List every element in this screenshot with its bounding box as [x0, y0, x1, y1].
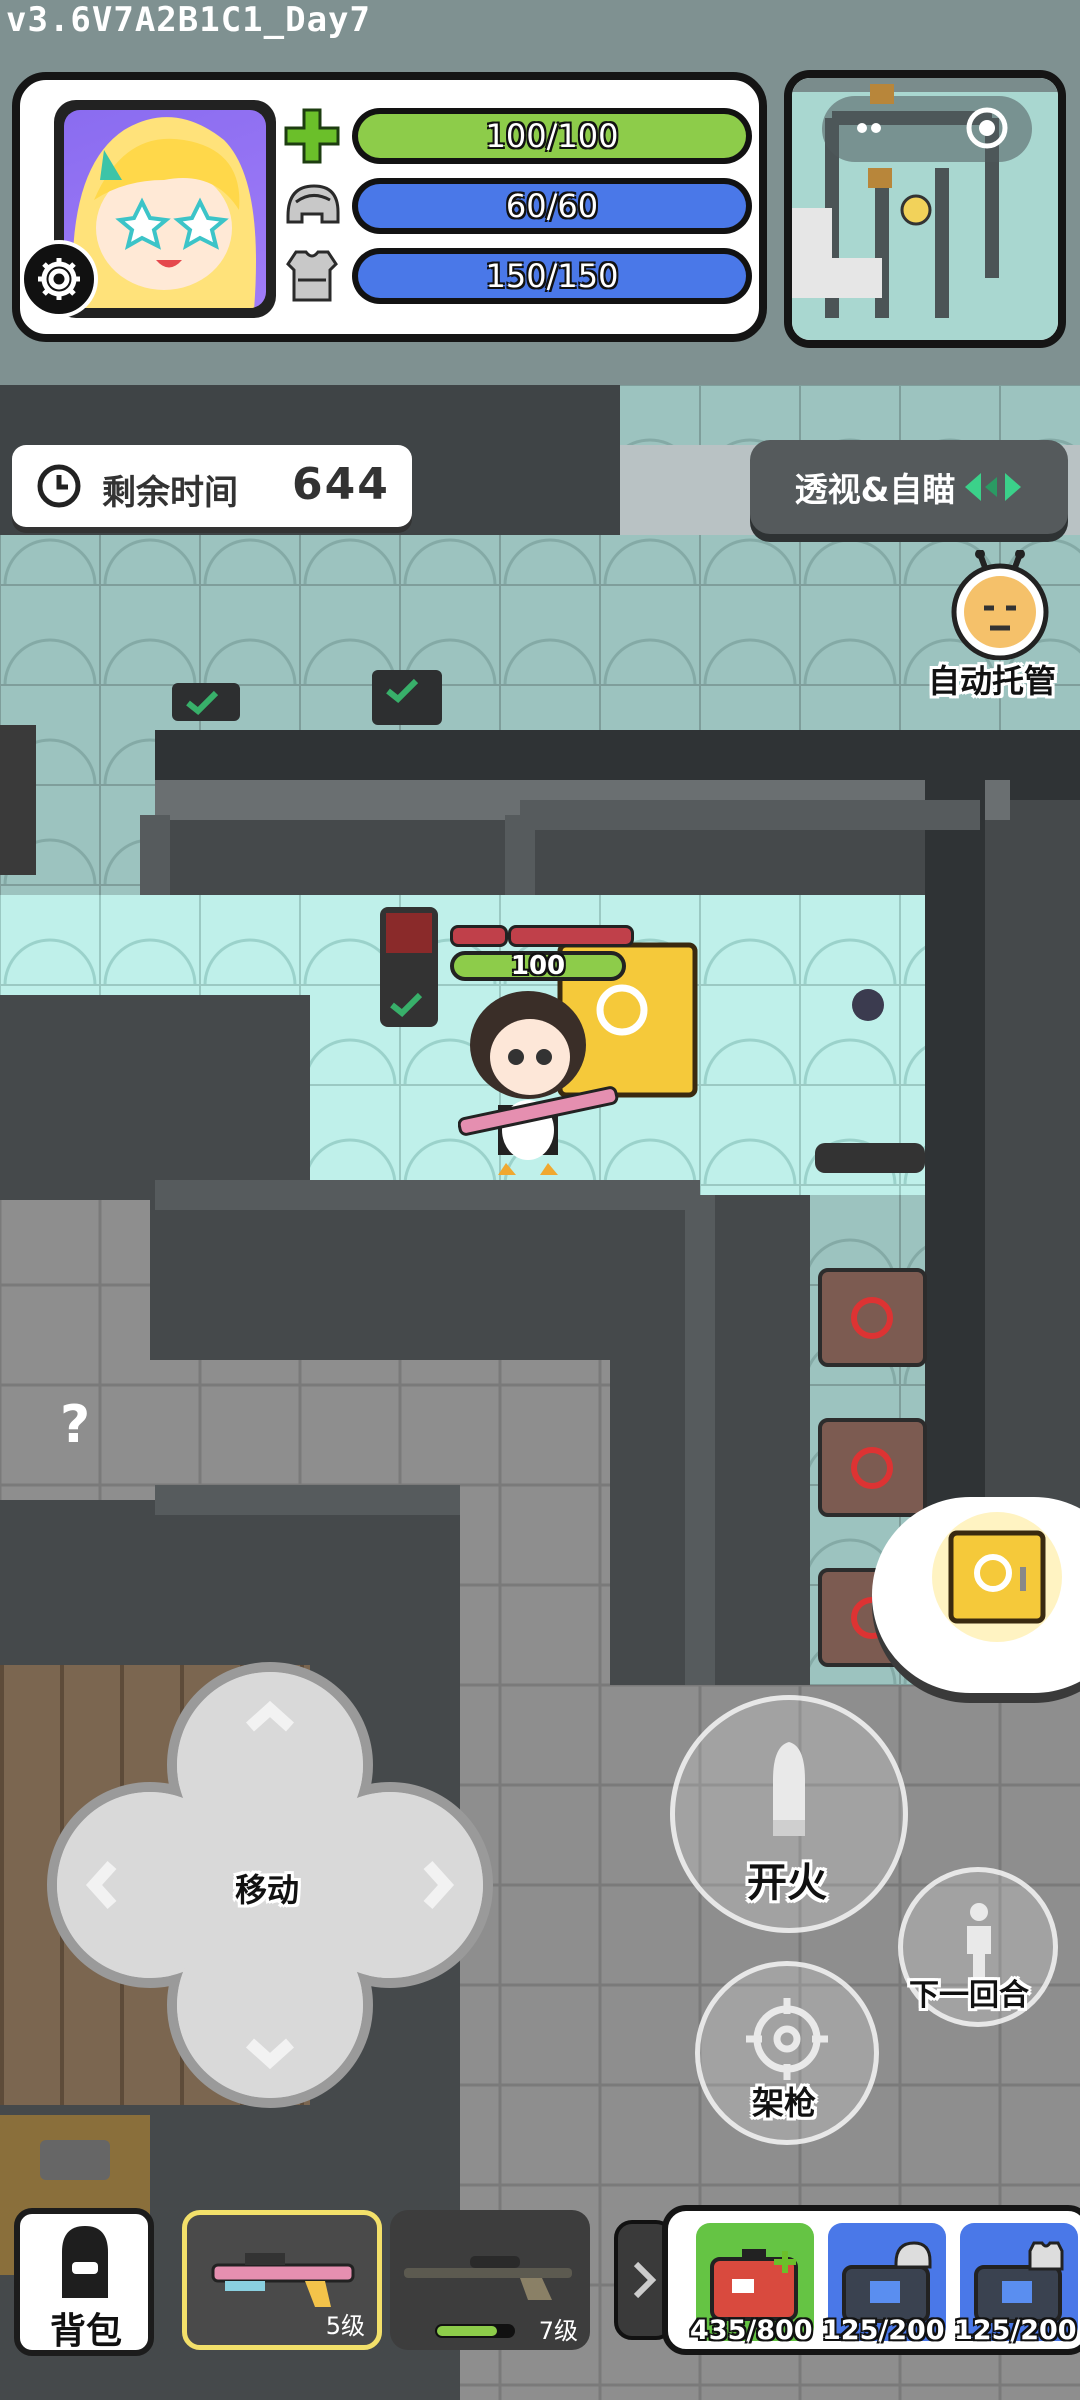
- backpack-label: 背包: [50, 2311, 123, 2352]
- weapon-2-durability-bar: [435, 2324, 515, 2338]
- xray-autoaim-label: 透视&自瞄: [794, 470, 956, 509]
- backpack-icon: [62, 2226, 108, 2298]
- helmet-repair-bag-icon: [842, 2241, 932, 2323]
- next-turn-button[interactable]: 下一回合: [898, 1867, 1058, 2027]
- remaining-time-panel: 剩余时间 644: [12, 445, 412, 527]
- item-slot-medkit[interactable]: 435/800: [690, 2223, 814, 2346]
- rifle-pink-icon: [211, 2253, 355, 2307]
- dpad-down-button[interactable]: [205, 1955, 335, 2085]
- status-panel: 100/100 60/60 150/150: [12, 72, 767, 342]
- movement-dpad[interactable]: 移动: [40, 1655, 500, 2115]
- move-label: 移动: [235, 1871, 300, 1909]
- robot-face-icon: [951, 550, 1049, 660]
- quick-items-bar: 435/800 125/200 125/200: [662, 2205, 1080, 2355]
- armor-value: 150/150: [485, 257, 619, 295]
- gear-icon: [38, 258, 80, 300]
- target-safe-indicator[interactable]: [872, 1497, 1080, 1693]
- medkit-icon: [710, 2249, 798, 2321]
- helmet-value: 60/60: [505, 187, 599, 225]
- health-cross-icon: [282, 106, 342, 166]
- gold-safe-icon: [948, 1530, 1046, 1624]
- armor-vest-icon: [282, 246, 342, 306]
- weapon-2-level: 7级: [538, 2317, 578, 2345]
- crosshair-icon: [746, 1998, 828, 2080]
- weapon-1-level: 5级: [325, 2312, 365, 2340]
- minimap[interactable]: [784, 70, 1066, 348]
- armor-repair-count: 125/200: [954, 2315, 1077, 2346]
- fire-label: 开火: [747, 1860, 827, 1906]
- helmet-repair-count: 125/200: [822, 2315, 945, 2346]
- hud-header: v3.6V7A2B1C1_Day7 100/100 60/60 150/150: [0, 0, 1080, 385]
- armor-repair-bag-icon: [974, 2241, 1064, 2323]
- arrows-icon: [965, 473, 1022, 501]
- dpad-left-button[interactable]: [70, 1820, 200, 1950]
- auto-play-label: 自动托管: [928, 662, 1057, 700]
- helmet-bar: 60/60: [352, 178, 752, 234]
- game-map[interactable]: 100 ? 剩余时间 644 透视&自瞄 自动托管 移动 开火 下一回合 架枪 …: [0, 385, 1080, 2400]
- clock-icon: [37, 464, 81, 508]
- player-ammo-bar: [450, 925, 508, 947]
- weapon-slot-1[interactable]: 5级: [182, 2210, 382, 2350]
- sniper-rifle-icon: [404, 2256, 572, 2300]
- weapon-slot-2[interactable]: 7级: [390, 2210, 590, 2350]
- minimap-overlay: [822, 96, 1032, 162]
- backpack-button[interactable]: 背包: [14, 2208, 154, 2356]
- medkit-count: 435/800: [690, 2315, 813, 2346]
- item-slot-armor-repair[interactable]: 125/200: [954, 2223, 1078, 2346]
- minimap-player-marker: [900, 194, 932, 226]
- armor-bar: 150/150: [352, 248, 752, 304]
- xray-autoaim-button[interactable]: 透视&自瞄: [750, 440, 1068, 534]
- item-slot-helmet-repair[interactable]: 125/200: [822, 2223, 946, 2346]
- player-ammo-bar-2: [508, 925, 634, 947]
- player-character: 100: [448, 925, 638, 1180]
- timer-value: 644: [292, 459, 390, 510]
- auto-play-button[interactable]: 自动托管: [928, 550, 1070, 700]
- chevron-right-icon: [633, 2261, 657, 2299]
- player-hp-bar: 100: [450, 951, 626, 981]
- next-turn-label: 下一回合: [909, 1978, 1029, 2013]
- settings-gear-button[interactable]: [20, 240, 98, 318]
- version-label: v3.6V7A2B1C1_Day7: [6, 0, 371, 40]
- fire-button[interactable]: 开火: [670, 1695, 908, 1933]
- bullet-icon: [773, 1742, 805, 1836]
- dpad-up-button[interactable]: [205, 1685, 335, 1815]
- aim-mount-button[interactable]: 架枪: [695, 1961, 879, 2145]
- helmet-icon: [282, 176, 342, 236]
- health-bar: 100/100: [352, 108, 752, 164]
- timer-label: 剩余时间: [102, 473, 238, 513]
- unknown-tile-marker: ?: [60, 1395, 91, 1455]
- health-value: 100/100: [485, 117, 619, 155]
- weapon-2-durability-fill: [437, 2326, 497, 2336]
- aim-label: 架枪: [752, 2084, 817, 2122]
- dpad-right-button[interactable]: [340, 1820, 470, 1950]
